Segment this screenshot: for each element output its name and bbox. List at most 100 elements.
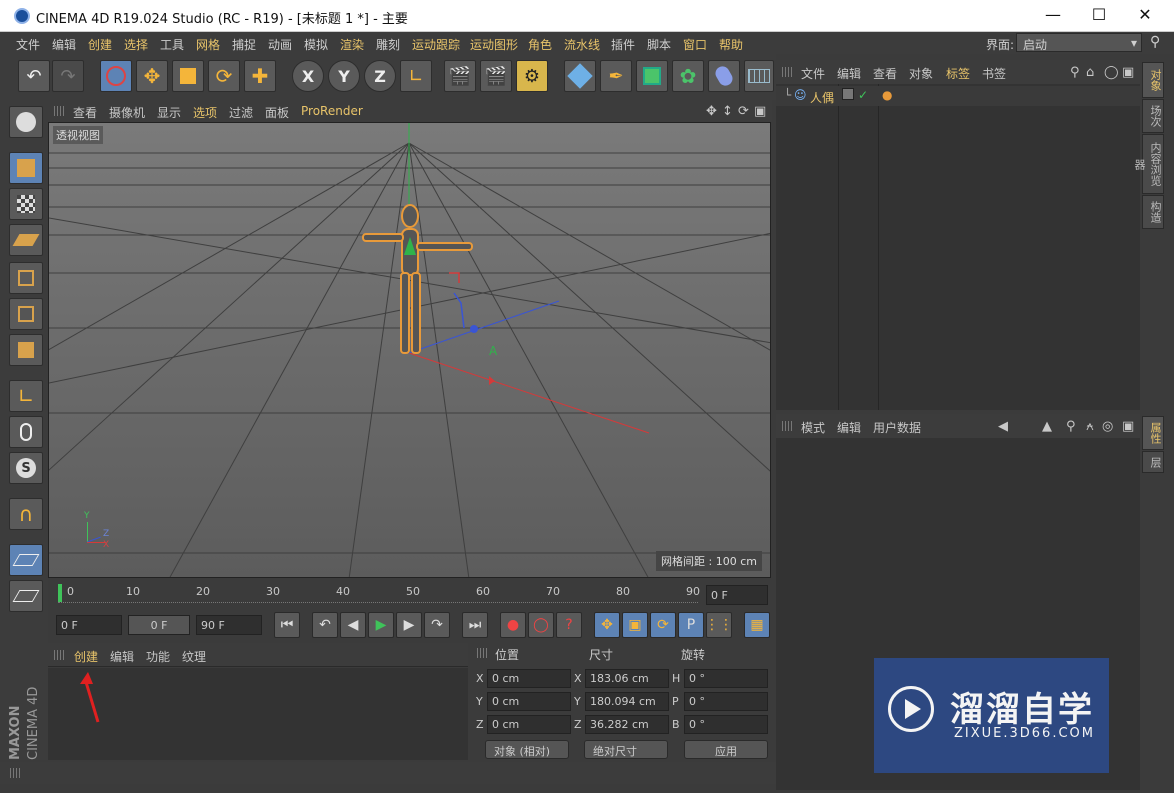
panel-grip-icon[interactable] <box>54 106 64 116</box>
minimize-button[interactable]: — <box>1030 0 1076 32</box>
size-x-field[interactable]: 183.06 cm <box>585 669 669 688</box>
interface-layout-select[interactable]: 启动 ▾ <box>1016 33 1142 52</box>
key-position-button[interactable]: ✥ <box>594 612 620 638</box>
objects-menu-edit[interactable]: 编辑 <box>837 65 861 82</box>
viewport-menu-display[interactable]: 显示 <box>157 104 181 121</box>
side-tab-layers[interactable]: 层 <box>1142 451 1164 473</box>
menu-tools[interactable]: 工具 <box>160 36 184 53</box>
rotation-h-field[interactable]: 0 ° <box>684 669 768 688</box>
menu-pipeline[interactable]: 流水线 <box>564 36 600 53</box>
end-frame-field[interactable]: 90 F <box>196 615 262 635</box>
menu-simulate[interactable]: 模拟 <box>304 36 328 53</box>
search-icon[interactable]: ⚲ <box>1150 34 1160 50</box>
position-y-field[interactable]: 0 cm <box>487 692 571 711</box>
viewport-menu-panel[interactable]: 面板 <box>265 104 289 121</box>
menu-render[interactable]: 渲染 <box>340 36 364 53</box>
home-icon[interactable]: ⌂ <box>1086 65 1094 80</box>
scale-button[interactable] <box>172 60 204 92</box>
undo-button[interactable]: ↶ <box>18 60 50 92</box>
object-row[interactable]: └ ☺ 人偶 ✓ ● <box>776 86 1140 106</box>
subdivision-surface-button[interactable] <box>636 60 668 92</box>
side-tab-structure[interactable]: 构造 <box>1142 195 1164 229</box>
menu-select[interactable]: 选择 <box>124 36 148 53</box>
previous-frame-button[interactable]: ◀ <box>340 612 366 638</box>
layer-toggle-icon[interactable]: ◯ <box>1104 65 1119 80</box>
key-scale-button[interactable]: ▣ <box>622 612 648 638</box>
material-menu-function[interactable]: 功能 <box>146 648 170 665</box>
rotation-p-field[interactable]: 0 ° <box>684 692 768 711</box>
snap-toggle-button[interactable]: ∩ <box>9 498 43 530</box>
menu-mograph[interactable]: 运动图形 <box>470 36 518 53</box>
key-parameter-button[interactable]: P <box>678 612 704 638</box>
viewport-rotate-icon[interactable]: ⟳ <box>738 104 749 119</box>
menu-snap[interactable]: 捕捉 <box>232 36 256 53</box>
make-editable-button[interactable] <box>9 106 43 138</box>
lock-icon[interactable]: ⍲ <box>1086 419 1094 434</box>
perspective-viewport[interactable]: A 透视视图 网格间距 : 100 cm Y Z X <box>48 122 771 578</box>
up-arrow-icon[interactable]: ▲ <box>1042 419 1052 434</box>
start-frame-field[interactable]: 0 F <box>56 615 122 635</box>
viewport-menu-filter[interactable]: 过滤 <box>229 104 253 121</box>
objects-menu-objects[interactable]: 对象 <box>909 65 933 82</box>
viewport-menu-prorender[interactable]: ProRender <box>301 104 363 118</box>
objects-search-icon[interactable]: ⚲ <box>1070 65 1080 80</box>
close-button[interactable]: ✕ <box>1122 0 1168 32</box>
viewport-menu-options[interactable]: 选项 <box>193 104 217 121</box>
side-tab-takes[interactable]: 场次 <box>1142 99 1164 133</box>
maximize-button[interactable]: ☐ <box>1076 0 1122 32</box>
objects-menu-tags[interactable]: 标签 <box>946 65 970 82</box>
object-name[interactable]: 人偶 <box>810 89 834 106</box>
floor-button[interactable] <box>744 60 774 92</box>
menu-sculpt[interactable]: 雕刻 <box>376 36 400 53</box>
move-button[interactable]: ✥ <box>136 60 168 92</box>
panel-grip-icon[interactable] <box>477 648 487 658</box>
coordinate-system-button[interactable]: ∟ <box>400 60 432 92</box>
material-menu-edit[interactable]: 编辑 <box>110 648 134 665</box>
timeline-ruler[interactable]: 0 10 20 30 40 50 60 70 80 90 0 F <box>48 580 772 608</box>
back-arrow-icon[interactable]: ◀ <box>998 419 1008 434</box>
objects-menu-file[interactable]: 文件 <box>801 65 825 82</box>
next-key-button[interactable]: ↷ <box>424 612 450 638</box>
key-pla-button[interactable]: ⋮⋮ <box>705 612 733 638</box>
viewport-zoom-icon[interactable]: ↕ <box>722 104 733 119</box>
cube-object-button[interactable] <box>564 60 596 92</box>
cloner-button[interactable]: ✿ <box>672 60 704 92</box>
menu-mesh[interactable]: 网格 <box>196 36 220 53</box>
recent-tool-button[interactable]: ✚ <box>244 60 276 92</box>
position-x-field[interactable]: 0 cm <box>487 669 571 688</box>
solo-mode-button[interactable]: S <box>9 452 43 484</box>
x-axis-lock-button[interactable]: X <box>292 60 324 92</box>
workplane-lock-button[interactable] <box>9 544 43 576</box>
preview-frame-slider[interactable]: 0 F <box>128 615 190 635</box>
attr-menu-userdata[interactable]: 用户数据 <box>873 419 921 436</box>
attr-search-icon[interactable]: ⚲ <box>1066 419 1076 434</box>
redo-button[interactable]: ↷ <box>52 60 84 92</box>
attr-menu-mode[interactable]: 模式 <box>801 419 825 436</box>
live-selection-button[interactable] <box>100 60 132 92</box>
pen-spline-button[interactable]: ✒ <box>600 60 632 92</box>
polygons-mode-button[interactable] <box>9 334 43 366</box>
menu-create[interactable]: 创建 <box>88 36 112 53</box>
viewport-maximize-icon[interactable]: ▣ <box>754 104 766 119</box>
timeline-playhead[interactable] <box>58 584 62 602</box>
position-z-field[interactable]: 0 cm <box>487 715 571 734</box>
planar-workplane-button[interactable] <box>9 580 43 612</box>
menu-character[interactable]: 角色 <box>528 36 552 53</box>
objects-menu-view[interactable]: 查看 <box>873 65 897 82</box>
objects-menu-bookmarks[interactable]: 书签 <box>982 65 1006 82</box>
viewport-menu-view[interactable]: 查看 <box>73 104 97 121</box>
menu-motion-tracking[interactable]: 运动跟踪 <box>412 36 460 53</box>
editor-visibility-icon[interactable] <box>842 88 854 100</box>
tweak-mode-button[interactable] <box>9 416 43 448</box>
menu-file[interactable]: 文件 <box>16 36 40 53</box>
side-tab-content-browser[interactable]: 内容浏览器 <box>1133 134 1164 194</box>
axis-mode-button[interactable]: ∟ <box>9 380 43 412</box>
deformer-button[interactable] <box>708 60 740 92</box>
rotation-b-field[interactable]: 0 ° <box>684 715 768 734</box>
target-icon[interactable]: ◎ <box>1102 419 1113 434</box>
panel-grip-icon[interactable] <box>782 421 792 431</box>
menu-plugins[interactable]: 插件 <box>611 36 635 53</box>
next-frame-button[interactable]: ▶ <box>396 612 422 638</box>
model-mode-button[interactable] <box>9 152 43 184</box>
coordinate-mode-select[interactable]: 对象 (相对) <box>485 740 569 759</box>
